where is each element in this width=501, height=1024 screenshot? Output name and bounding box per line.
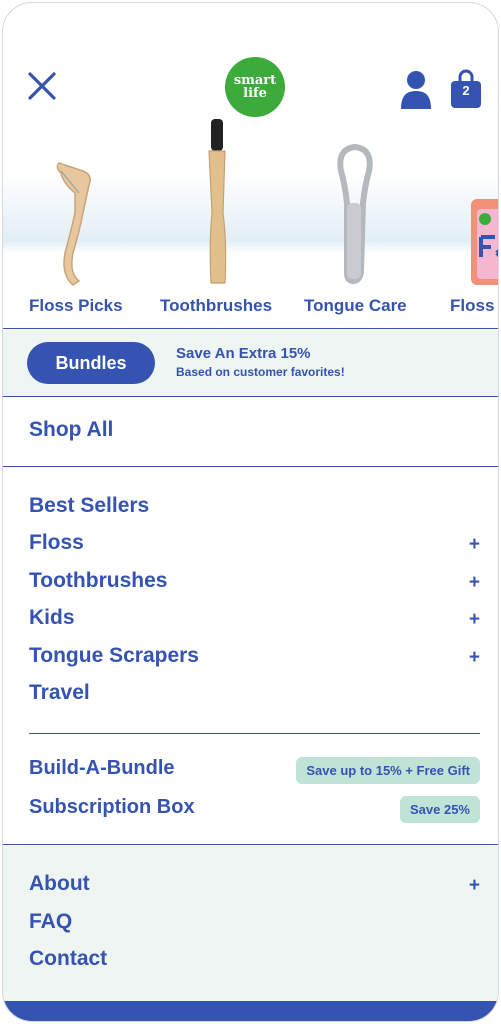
promo-subtitle: Based on customer favorites! (176, 365, 345, 379)
menu-item-best-sellers[interactable]: Best Sellers (29, 494, 149, 518)
bundles-button[interactable]: Bundles (27, 342, 155, 384)
floss-box-icon (471, 199, 498, 285)
brand-logo[interactable]: smart life (225, 57, 285, 117)
promo-title: Save An Extra 15% (176, 345, 311, 362)
footer-menu: About + FAQ Contact (3, 846, 498, 1001)
tongue-scraper-icon (337, 143, 373, 285)
category-carousel[interactable]: Floss Picks Toothbrushes Tongue Care Flo… (3, 113, 498, 328)
footer-item-faq[interactable]: FAQ (29, 910, 72, 934)
user-icon (401, 71, 431, 109)
footer-item-about[interactable]: About (29, 872, 90, 896)
offer-badge: Save up to 15% + Free Gift (296, 757, 480, 784)
divider (3, 396, 498, 397)
subscription-box-link[interactable]: Subscription Box (29, 796, 195, 819)
bundles-promo-banner: Bundles Save An Extra 15% Based on custo… (3, 330, 498, 396)
category-label: Toothbrushes (160, 296, 273, 315)
divider (29, 733, 480, 734)
expand-plus-icon[interactable]: + (469, 572, 480, 594)
floss-pick-icon (56, 162, 91, 286)
expand-plus-icon[interactable]: + (469, 647, 480, 669)
toothbrush-icon (208, 119, 227, 284)
menu-item-tongue-scrapers[interactable]: Tongue Scrapers (29, 644, 199, 668)
menu-header: smart life 2 (3, 3, 498, 123)
build-a-bundle-link[interactable]: Build-A-Bundle (29, 757, 175, 780)
offer-badge: Save 25% (400, 796, 480, 823)
shop-all-link[interactable]: Shop All (29, 418, 113, 442)
footer-item-contact[interactable]: Contact (29, 947, 107, 971)
divider (3, 844, 498, 845)
account-button[interactable] (399, 69, 433, 111)
menu-item-toothbrushes[interactable]: Toothbrushes (29, 569, 167, 593)
expand-plus-icon[interactable]: + (469, 609, 480, 631)
menu-item-kids[interactable]: Kids (29, 606, 75, 630)
category-toothbrushes[interactable]: Toothbrushes (153, 113, 283, 328)
expand-plus-icon[interactable]: + (469, 875, 480, 897)
cart-button[interactable]: 2 (450, 69, 482, 109)
category-label: Tongue Care (304, 296, 407, 315)
close-icon (28, 72, 56, 100)
logo-text-line2: life (243, 86, 267, 101)
category-label: Floss Picks (29, 296, 123, 315)
menu-item-floss[interactable]: Floss (29, 531, 84, 555)
mobile-menu: smart life 2 Floss Picks Toothbrushes To… (2, 2, 499, 1022)
divider (3, 328, 498, 329)
category-label: Floss S (450, 296, 498, 315)
divider (3, 466, 498, 467)
bottom-bar (3, 1001, 498, 1021)
menu-item-travel[interactable]: Travel (29, 681, 90, 705)
category-floss-sticks[interactable]: Floss S (433, 113, 498, 328)
cart-count-badge: 2 (462, 83, 470, 98)
close-menu-button[interactable] (25, 69, 59, 103)
expand-plus-icon[interactable]: + (469, 534, 480, 556)
category-tongue-care[interactable]: Tongue Care (283, 113, 433, 328)
category-floss-picks[interactable]: Floss Picks (3, 113, 153, 328)
